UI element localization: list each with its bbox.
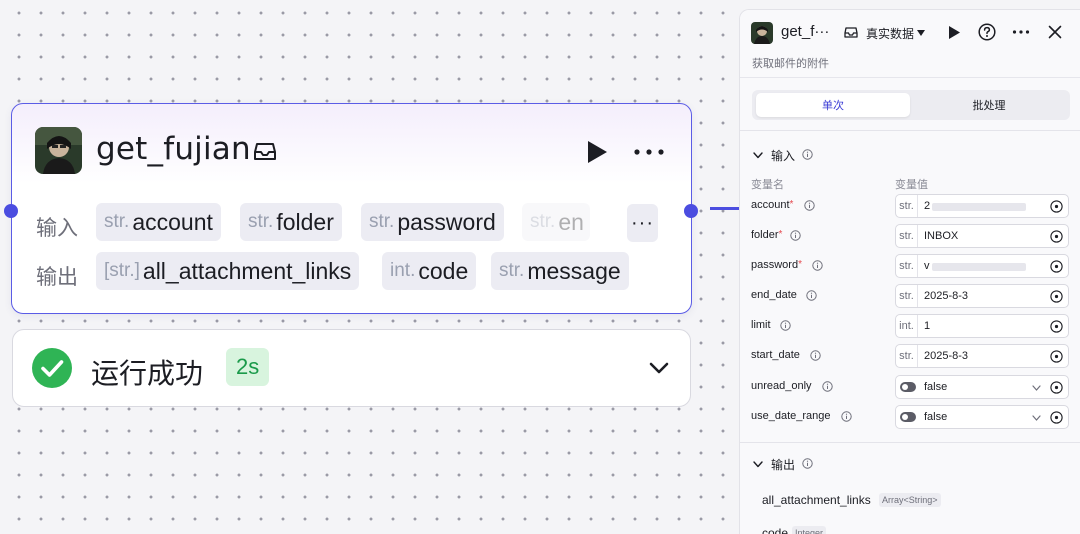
output-port[interactable]	[684, 204, 698, 218]
node-avatar	[35, 127, 82, 174]
close-icon[interactable]	[1048, 25, 1062, 39]
chevron-down-icon[interactable]	[753, 461, 763, 468]
param-label-password: password*	[751, 259, 802, 271]
param-label-account: account*	[751, 199, 794, 211]
output-type-badge: Array<String>	[879, 493, 941, 507]
param-input-password[interactable]: str. v	[895, 254, 1069, 278]
run-icon[interactable]	[585, 139, 609, 165]
output-type-badge: Integer	[792, 526, 827, 534]
param-select-use-date-range[interactable]: false	[895, 405, 1069, 429]
input-chip-folder: str. folder	[240, 203, 342, 241]
workflow-node[interactable]: get_fujian 输入 输出 str. account str. folder …	[4, 103, 698, 314]
variable-ref-icon[interactable]	[1050, 381, 1063, 394]
more-icon[interactable]	[632, 139, 666, 165]
info-icon	[810, 350, 821, 361]
variable-ref-icon[interactable]	[1050, 200, 1063, 213]
tab-single[interactable]: 单次	[756, 93, 910, 117]
input-chip-password: str. password	[361, 203, 504, 241]
variable-ref-icon[interactable]	[1050, 320, 1063, 333]
section-divider	[740, 442, 1080, 443]
param-select-unread-only[interactable]: false	[895, 375, 1069, 399]
boolean-toggle-icon[interactable]	[900, 382, 916, 392]
input-chip-en: str. en	[522, 203, 590, 241]
run-mode-tabs: 单次 批处理	[752, 90, 1070, 120]
output-name-code: code	[762, 526, 789, 534]
variable-ref-icon[interactable]	[1050, 260, 1063, 273]
panel-title: get_f···	[781, 23, 830, 40]
param-label-end-date: end_date	[751, 289, 797, 301]
variable-ref-icon[interactable]	[1050, 411, 1063, 424]
variable-ref-icon[interactable]	[1050, 290, 1063, 303]
variable-ref-icon[interactable]	[1050, 350, 1063, 363]
param-label-start-date: start_date	[751, 349, 800, 361]
info-icon	[806, 290, 817, 301]
info-icon	[841, 411, 852, 422]
param-label-unread-only: unread_only	[751, 380, 812, 392]
param-input-end-date[interactable]: str. 2025-8-3	[895, 284, 1069, 308]
masked-value	[932, 263, 1026, 271]
test-run-panel: get_f··· 真实数据 获取邮件的附件 单次 批处理 输入 变量名 变量值 …	[739, 9, 1080, 534]
info-icon	[802, 458, 813, 469]
panel-avatar	[751, 22, 773, 44]
info-icon	[812, 260, 823, 271]
node-input-label: 输入	[36, 217, 78, 240]
chevron-down-icon[interactable]	[1032, 385, 1041, 391]
column-variable-name: 变量名	[751, 179, 784, 191]
run-status-text: 运行成功	[91, 358, 204, 389]
node-title: get_fujian	[96, 131, 251, 167]
param-input-account[interactable]: str. 2	[895, 194, 1069, 218]
output-chip-message: str. message	[491, 252, 629, 290]
param-input-folder[interactable]: str. INBOX	[895, 224, 1069, 248]
column-variable-value: 变量值	[895, 179, 928, 191]
param-label-limit: limit	[751, 319, 771, 331]
chevron-down-icon[interactable]	[753, 152, 763, 159]
help-icon[interactable]	[978, 23, 996, 41]
info-icon	[790, 230, 801, 241]
param-label-use-date-range: use_date_range	[751, 410, 831, 422]
run-duration-badge: 2s	[226, 348, 270, 386]
variable-ref-icon[interactable]	[1050, 230, 1063, 243]
boolean-toggle-icon[interactable]	[900, 412, 916, 422]
data-mode-select[interactable]: 真实数据	[866, 25, 914, 42]
edge-connector	[710, 207, 740, 210]
info-icon	[802, 149, 813, 160]
output-chip-code: int. code	[382, 252, 477, 290]
param-input-start-date[interactable]: str. 2025-8-3	[895, 344, 1069, 368]
inbox-icon	[844, 27, 858, 38]
param-input-limit[interactable]: int. 1	[895, 314, 1069, 338]
output-section-title: 输出	[771, 458, 796, 472]
chevron-down-icon[interactable]	[1032, 415, 1041, 421]
caret-down-icon[interactable]	[917, 30, 925, 36]
more-icon[interactable]	[1012, 25, 1030, 39]
output-name-all-attachment-links: all_attachment_links	[762, 493, 871, 507]
input-section-title: 输入	[771, 149, 796, 163]
input-port[interactable]	[4, 204, 18, 218]
info-icon	[804, 200, 815, 211]
masked-value	[932, 203, 1026, 211]
inbox-icon	[254, 143, 276, 160]
panel-subtitle: 获取邮件的附件	[752, 58, 829, 70]
info-icon	[780, 320, 791, 331]
input-chip-account: str. account	[96, 203, 221, 241]
run-result-card[interactable]: 运行成功 2s	[12, 329, 691, 407]
output-chip-all-attachment-links: [str.] all_attachment_links	[96, 252, 360, 290]
tab-batch[interactable]: 批处理	[912, 93, 1066, 117]
node-output-label: 输出	[36, 266, 78, 289]
panel-divider	[740, 130, 1080, 131]
panel-header: get_f··· 真实数据 获取邮件的附件	[740, 10, 1080, 78]
success-check-icon	[32, 348, 72, 388]
chevron-down-icon[interactable]	[647, 356, 671, 380]
inputs-more-button[interactable]: ···	[627, 204, 658, 242]
param-label-folder: folder*	[751, 229, 783, 241]
run-icon[interactable]	[947, 25, 961, 40]
info-icon	[822, 381, 833, 392]
